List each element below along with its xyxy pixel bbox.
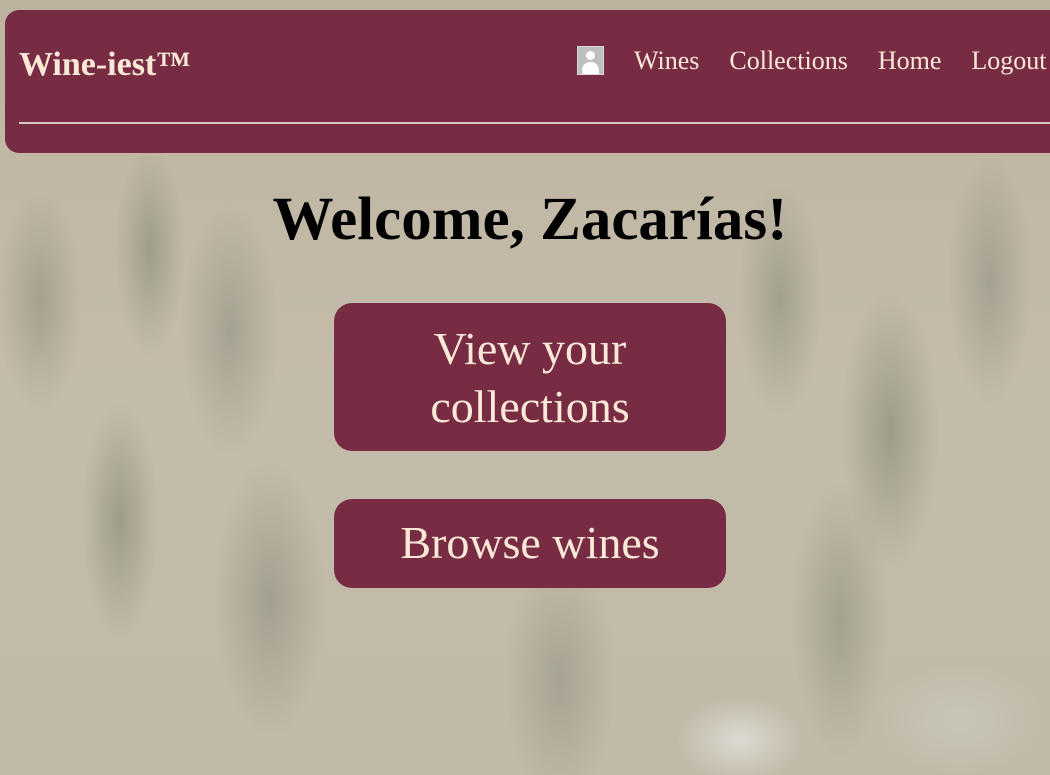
nav-link-collections[interactable]: Collections (729, 46, 847, 76)
view-collections-label-line1: View your (433, 323, 627, 374)
nav-link-logout[interactable]: Logout (971, 46, 1046, 76)
nav-links: Wines Collections Home Logout (577, 45, 1046, 76)
view-collections-button[interactable]: View your collections (334, 303, 726, 451)
welcome-heading: Welcome, Zacarías! (272, 186, 788, 253)
top-navbar: Wine-iest™ Wines Collections Home Logout (5, 10, 1050, 153)
user-avatar-icon[interactable] (577, 45, 604, 75)
avatar-shoulders (582, 61, 599, 74)
view-collections-label-line2: collections (430, 381, 630, 432)
nav-link-wines[interactable]: Wines (634, 46, 699, 76)
nav-link-home[interactable]: Home (878, 46, 942, 76)
avatar-head (586, 50, 595, 60)
brand-logo[interactable]: Wine-iest™ (19, 46, 190, 84)
browse-wines-button[interactable]: Browse wines (334, 499, 726, 588)
navbar-divider (19, 122, 1050, 124)
